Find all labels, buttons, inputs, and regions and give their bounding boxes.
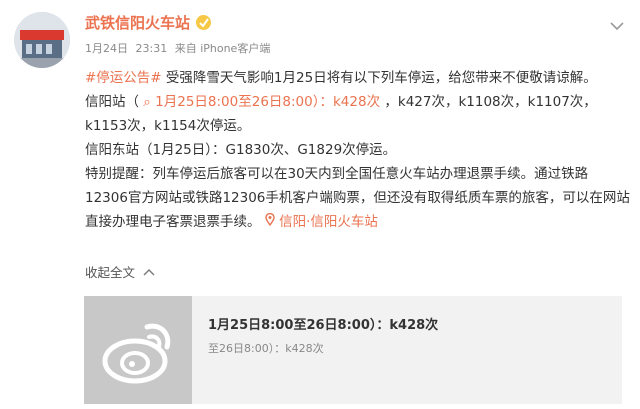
- verified-badge-icon: [196, 15, 212, 30]
- collapse-label: 收起全文: [85, 265, 136, 280]
- chevron-down-icon[interactable]: [610, 16, 624, 35]
- notice-paragraph: 特别提醒：列车停运后旅客可以在30天内到全国任意火车站办理退票手续。通过铁路12…: [85, 162, 630, 234]
- weibo-logo-icon: [102, 323, 171, 384]
- collapse-button[interactable]: 收起全文: [85, 262, 155, 281]
- card-title: 1月25日8:00至26日8:00）：k428次: [208, 318, 439, 333]
- xinyang-label: 信阳站（: [85, 94, 139, 110]
- card-thumbnail: [84, 296, 192, 404]
- account-name[interactable]: 武铁信阳火车站: [85, 12, 190, 33]
- post-time: 23:31: [135, 42, 168, 55]
- xinyang-link[interactable]: 1月25日8:00至26日8:00）：k428次: [155, 94, 380, 110]
- location-text: 信阳·信阳火车站: [279, 214, 378, 230]
- link-card[interactable]: 1月25日8:00至26日8:00）：k428次 至26日8:00）：k428次: [84, 296, 622, 404]
- post-source: 来自 iPhone客户端: [174, 42, 271, 55]
- xinyang-paragraph: 信阳站（ ⌕ 1月25日8:00至26日8:00）：k428次 ，k427次，k…: [85, 90, 630, 138]
- location-link[interactable]: 信阳·信阳火车站: [265, 212, 378, 230]
- post-meta: 1月24日 23:31 来自 iPhone客户端: [85, 40, 274, 56]
- intro-text: 受强降雪天气影响1月25日将有以下列车停运，给您带来不便敬请谅解。: [165, 70, 597, 86]
- intro-paragraph: #停运公告# 受强降雪天气影响1月25日将有以下列车停运，给您带来不便敬请谅解。: [85, 66, 630, 90]
- hashtag-link[interactable]: #停运公告#: [85, 70, 162, 86]
- station-avatar: [14, 12, 70, 68]
- account-header: 武铁信阳火车站: [85, 12, 212, 33]
- xinyang-east-paragraph: 信阳东站（1月25日）：G1830次、G1829次停运。: [85, 142, 397, 158]
- avatar[interactable]: [14, 12, 70, 68]
- chevron-up-icon: [143, 268, 155, 275]
- card-subtitle: 至26日8:00）：k428次: [208, 342, 324, 355]
- post-date: 1月24日: [85, 42, 128, 55]
- post-content: #停运公告# 受强降雪天气影响1月25日将有以下列车停运，给您带来不便敬请谅解。…: [85, 66, 630, 234]
- location-pin-icon: [265, 212, 275, 227]
- link-icon: ⌕: [143, 94, 151, 110]
